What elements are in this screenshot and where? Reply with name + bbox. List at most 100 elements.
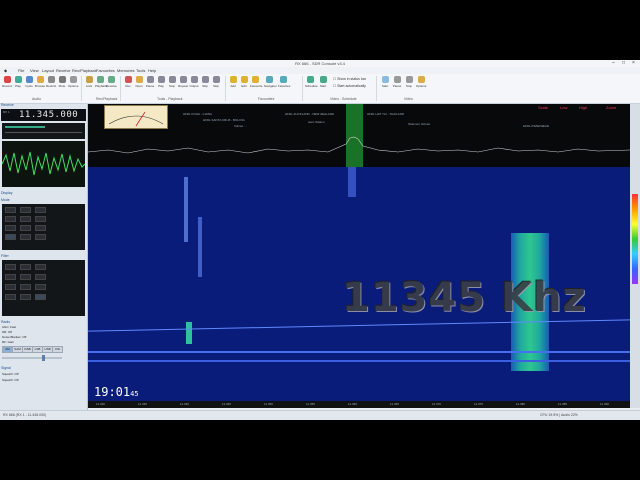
menu-favourites[interactable]: Favourites (96, 68, 115, 73)
receive-button[interactable]: Receive (106, 76, 117, 96)
video-options-button[interactable]: Options (416, 76, 426, 96)
filter-button[interactable] (35, 274, 46, 280)
favorites-button[interactable]: Favorites (278, 76, 290, 96)
preset-button[interactable] (5, 216, 16, 222)
filter-button[interactable] (5, 264, 16, 270)
playback-button[interactable]: Playback (95, 76, 107, 96)
filter-button[interactable] (35, 294, 46, 300)
filter-button[interactable] (20, 284, 31, 290)
spectrum-display[interactable]: HFDL KOHA - CHINA HFDL SANTA CRUZ - BOLI… (88, 104, 630, 167)
frequency-display[interactable]: RX 1 11.345.000 (1, 109, 86, 121)
frequency-value[interactable]: 11.345.000 (19, 110, 78, 120)
skip-back-button[interactable]: Skip (200, 76, 210, 96)
browse-button[interactable]: Browse (35, 76, 45, 96)
menu-receive[interactable]: Receive (56, 68, 70, 73)
volume-slider-thumb[interactable] (42, 355, 45, 361)
preset-button[interactable] (20, 234, 31, 240)
start-automatically-checkbox[interactable]: ☐ Start automatically (333, 84, 366, 88)
station-label[interactable]: HFDL HAT YAI - THAILAND (367, 112, 404, 116)
station-label[interactable]: HFDL SANTA CRUZ - BOLIVIA (203, 118, 245, 122)
rf-gain-setting[interactable]: RF: Gain (2, 340, 14, 344)
low-button[interactable]: Low (560, 105, 567, 110)
repeat-button[interactable]: Repeat (178, 76, 188, 96)
schedule-button[interactable]: Schedule (305, 76, 318, 96)
audio-scope (1, 141, 86, 187)
preset-button[interactable] (35, 225, 46, 231)
skip-forward-button[interactable]: Skip (211, 76, 221, 96)
zoom-button[interactable]: Zoom (606, 105, 616, 110)
filter-button[interactable] (20, 294, 31, 300)
rec-button[interactable]: Rec (123, 76, 133, 96)
preset-button[interactable] (5, 234, 16, 240)
menu-memories[interactable]: Memories (117, 68, 135, 73)
play-playback-button[interactable]: Play (156, 76, 166, 96)
station-label[interactable]: HFDL KOHA - CHINA (183, 112, 212, 116)
filter-button[interactable] (20, 274, 31, 280)
station-label[interactable]: Volmet ... (234, 124, 247, 128)
filter-button[interactable] (20, 264, 31, 270)
filter-button[interactable] (5, 274, 16, 280)
nr-setting[interactable]: NR: Off (2, 330, 12, 334)
preset-button[interactable] (20, 207, 31, 213)
high-button[interactable]: High (579, 105, 587, 110)
menu-rec-playback[interactable]: Rec/Playback (72, 68, 96, 73)
volume-slider-track[interactable] (2, 355, 62, 361)
favourite-button[interactable]: Favourite (250, 76, 263, 96)
squelch-setting-2[interactable]: Squelch: Off (2, 378, 18, 382)
preset-button[interactable] (20, 216, 31, 222)
minimize-button[interactable]: – (612, 60, 615, 66)
preset-button[interactable] (35, 216, 46, 222)
maximize-button[interactable]: □ (622, 60, 625, 66)
open-button[interactable]: Open (134, 76, 144, 96)
menu-layout[interactable]: Layout (42, 68, 54, 73)
video-stop-button[interactable]: Stop (404, 76, 414, 96)
navigator-button[interactable]: Navigator (264, 76, 277, 96)
mute-button[interactable]: Mute (57, 76, 67, 96)
freq-tick: 11.340 (180, 402, 189, 406)
station-label[interactable]: HFDL RIVERHEAD (523, 124, 549, 128)
play-button[interactable]: Play (13, 76, 23, 96)
schedule-start-button[interactable]: Start (318, 76, 328, 96)
menu-help[interactable]: Help (148, 68, 156, 73)
station-label[interactable]: HFDL AUCKLAND - NEW ZEALAND (285, 112, 334, 116)
pause-button[interactable]: Pause (145, 76, 155, 96)
video-start-button[interactable]: Start (380, 76, 390, 96)
menu-file[interactable]: File (18, 68, 24, 73)
app-menu-icon[interactable]: ◆ (4, 68, 7, 73)
add-favourite-button[interactable]: Add (228, 76, 238, 96)
preset-button[interactable] (20, 225, 31, 231)
station-label[interactable]: Shannon Volmet (408, 122, 430, 126)
frequency-axis[interactable]: 11.330 11.335 11.340 11.345 11.350 11.35… (88, 401, 630, 408)
lock-button[interactable]: Lock (84, 76, 94, 96)
mode-button-cw[interactable]: CW (52, 346, 63, 353)
cycle-button[interactable]: Cycle (24, 76, 34, 96)
video-pause-button[interactable]: Pause (392, 76, 402, 96)
menu-view[interactable]: View (30, 68, 39, 73)
ribbon-divider (81, 76, 82, 101)
stop-button[interactable]: Stop (167, 76, 177, 96)
waterfall-display[interactable]: 11345 Khz 19:0145 (88, 167, 630, 401)
show-in-status-bar-checkbox[interactable]: ☐ Show in status bar (333, 77, 366, 81)
preset-button[interactable] (5, 225, 16, 231)
agc-setting[interactable]: AGC: Fast (2, 325, 16, 329)
close-button[interactable]: × (632, 60, 635, 66)
edit-favourite-button[interactable]: Edit (239, 76, 249, 96)
station-label[interactable]: Aero Station (308, 120, 325, 124)
restrict-button[interactable]: Restrict (46, 76, 56, 96)
preset-button[interactable] (35, 234, 46, 240)
output-button[interactable]: Output (189, 76, 199, 96)
filter-button[interactable] (5, 284, 16, 290)
preset-button[interactable] (35, 207, 46, 213)
menu-tools[interactable]: Tools (136, 68, 145, 73)
audio-options-button[interactable]: Options (68, 76, 78, 96)
squelch-setting[interactable]: Squelch: Off (2, 372, 18, 376)
waterfall-color-scale[interactable] (630, 104, 640, 408)
noise-blanker-setting[interactable]: Noise Blanker: Off (2, 335, 26, 339)
filter-button[interactable] (35, 284, 46, 290)
filter-button[interactable] (35, 264, 46, 270)
start-icon (319, 76, 327, 83)
preset-button[interactable] (5, 207, 16, 213)
filter-button[interactable] (5, 294, 16, 300)
scale-button[interactable]: Scale (538, 105, 548, 110)
record-button[interactable]: Record (2, 76, 12, 96)
